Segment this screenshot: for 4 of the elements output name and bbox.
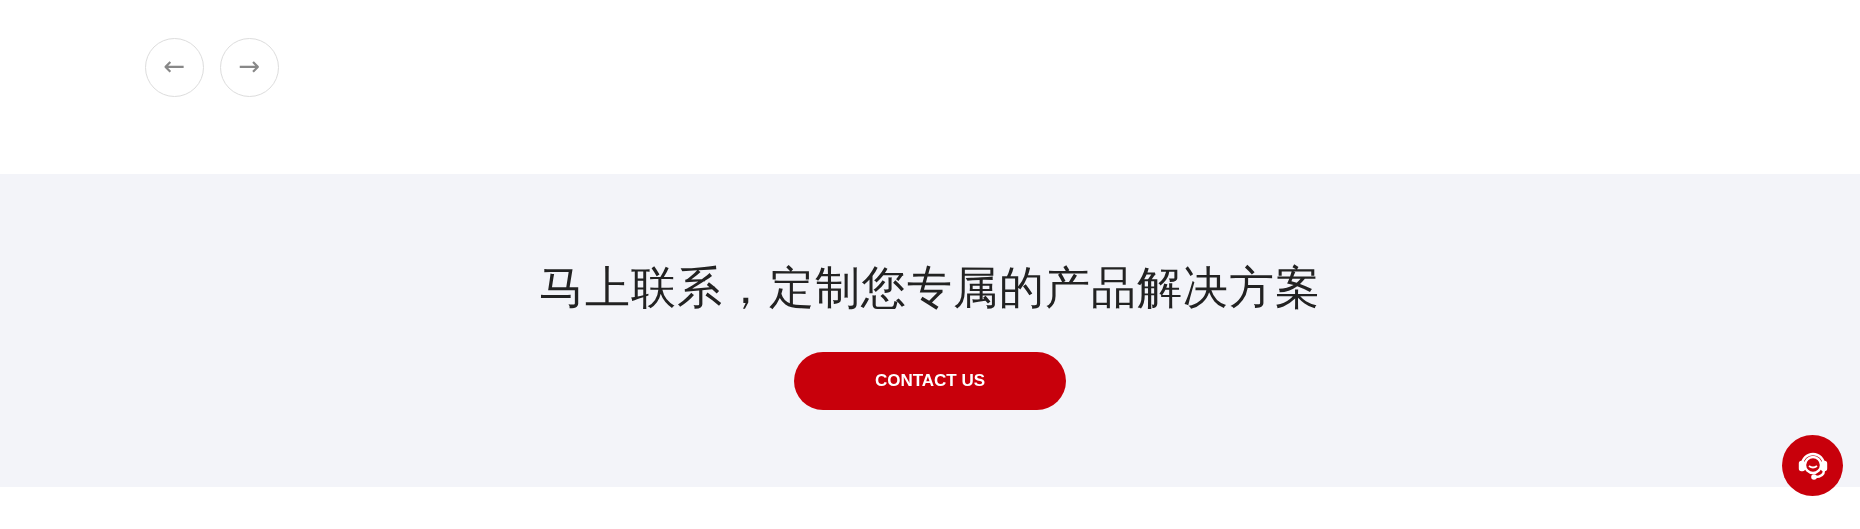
- next-button[interactable]: →: [220, 38, 279, 97]
- previous-button[interactable]: ←: [145, 38, 204, 97]
- cta-heading: 马上联系，定制您专属的产品解决方案: [539, 261, 1321, 315]
- contact-us-button[interactable]: CONTACT US: [794, 352, 1066, 410]
